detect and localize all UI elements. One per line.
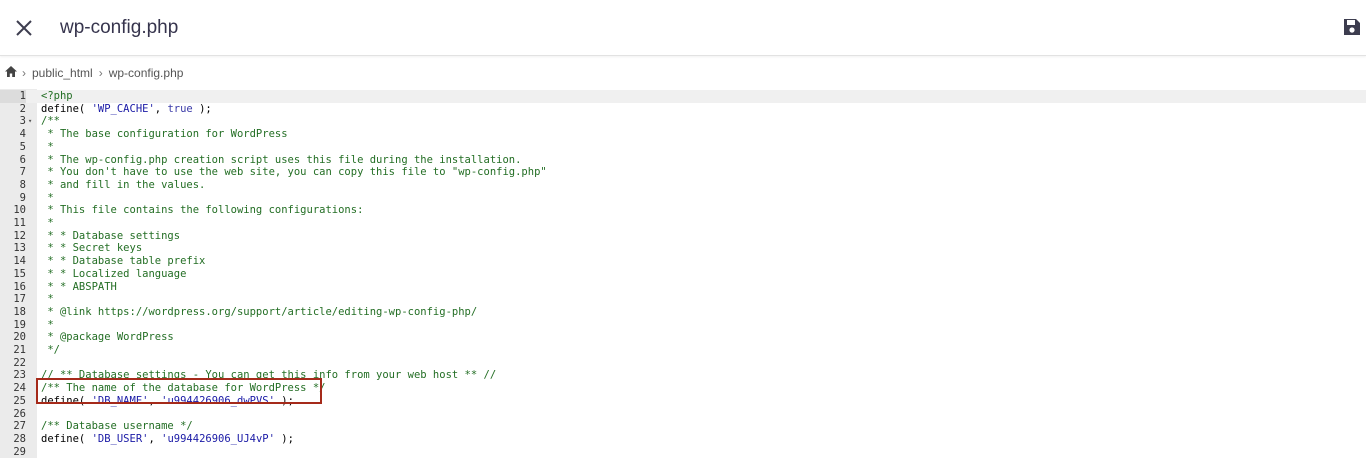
code-line[interactable]: 15 * * Localized language [0,268,1366,281]
line-number: 15 [13,267,26,280]
code-text: */ [41,344,60,356]
editor-header: wp-config.php [0,0,1366,56]
file-title: wp-config.php [60,17,179,38]
code-line[interactable]: 28 define( 'DB_USER', 'u994426906_UJ4vP' … [0,433,1366,446]
line-number: 13 [13,242,26,255]
code-line[interactable]: 24 /** The name of the database for WordP… [0,382,1366,395]
line-number: 17 [13,293,26,306]
line-number: 1 [0,90,26,103]
line-number: 21 [13,344,26,356]
line-number: 4 [19,128,26,141]
code-line[interactable]: 23 // ** Database settings - You can get … [0,369,1366,382]
line-number: 25 [13,394,26,407]
line-number: 11 [13,217,26,229]
code-line[interactable]: 29 [0,446,1366,458]
line-number: 26 [13,407,26,420]
fold-arrow-icon[interactable]: ▾ [28,115,36,128]
save-icon[interactable] [1342,17,1364,39]
code-line[interactable]: 3 ▾ /** [0,115,1366,128]
code-text: /** The name of the database for WordPre… [41,382,326,395]
code-text: // ** Database settings - You can get th… [41,369,497,382]
code-text: define( 'DB_USER', 'u994426906_UJ4vP' ); [41,432,294,445]
code-text: <?php [41,90,73,102]
code-line[interactable]: 7 * You don't have to use the web site, … [0,166,1366,179]
home-icon[interactable] [4,65,18,81]
code-line[interactable]: 22 [0,357,1366,370]
code-line[interactable]: 14 * * Database table prefix [0,255,1366,268]
code-line[interactable]: 4 * The base configuration for WordPress [0,128,1366,141]
code-line[interactable]: 17 * [0,293,1366,306]
code-line[interactable]: 13 * * Secret keys [0,242,1366,255]
code-text: * You don't have to use the web site, yo… [41,166,547,179]
breadcrumb-item-public-html[interactable]: public_html [32,66,93,80]
code-line[interactable]: 8 * and fill in the values. [0,179,1366,192]
breadcrumb-separator: › [98,66,103,80]
line-number: 8 [19,178,26,191]
line-number: 5 [19,140,26,153]
close-icon[interactable] [12,16,36,40]
line-number: 12 [13,229,26,242]
line-number: 14 [13,255,26,268]
code-text: * The wp-config.php creation script uses… [41,153,522,166]
line-number: 22 [13,356,26,369]
code-line[interactable]: 16 * * ABSPATH [0,281,1366,294]
line-number: 9 [19,191,26,204]
code-text: * * Localized language [41,267,187,280]
code-line[interactable]: 20 * @package WordPress [0,331,1366,344]
code-text: * [41,318,54,331]
code-text: /** [41,115,60,128]
line-number: 10 [13,204,26,217]
line-number: 18 [13,305,26,318]
code-line[interactable]: 25 define( 'DB_NAME', 'u994426906_dwPVS' … [0,395,1366,408]
code-line[interactable]: 27 /** Database username */ [0,420,1366,433]
line-number: 29 [13,445,26,458]
code-text: * @link https://wordpress.org/support/ar… [41,305,478,318]
code-line[interactable]: 19 * [0,319,1366,332]
line-number: 16 [13,280,26,293]
code-text: * and fill in the values. [41,178,206,191]
code-text: * [41,140,54,153]
code-line[interactable]: 12 * * Database settings [0,230,1366,243]
line-number: 7 [19,166,26,179]
code-line[interactable]: 1 <?php [0,90,1366,103]
code-text: * * Database settings [41,229,181,242]
code-line[interactable]: 6 * The wp-config.php creation script us… [0,154,1366,167]
code-line[interactable]: 11 * [0,217,1366,230]
line-number: 27 [13,420,26,433]
code-line[interactable]: 2 define( 'WP_CACHE', true ); [0,103,1366,116]
line-number: 6 [19,153,26,166]
breadcrumb: › public_html › wp-config.php [4,64,185,82]
line-number: 23 [13,369,26,382]
code-line[interactable]: 5 * [0,141,1366,154]
code-text: /** Database username */ [41,420,193,433]
line-number: 2 [19,102,26,115]
code-text: * [41,191,54,204]
code-editor[interactable]: 1 <?php 2 define( 'WP_CACHE', true ); 3 ▾/** 4… [0,89,1366,458]
line-number: 24 [13,382,26,395]
code-text: * * Secret keys [41,242,143,255]
code-text: * The base configuration for WordPress [41,128,288,141]
line-number: 28 [13,432,26,445]
breadcrumb-item-current-file[interactable]: wp-config.php [109,66,184,80]
line-number: 3 [19,115,26,128]
code-line[interactable]: 18 * @link https://wordpress.org/support… [0,306,1366,319]
code-text: * [41,293,54,306]
code-text: * * Database table prefix [41,255,206,268]
code-text: * @package WordPress [41,331,174,344]
code-text: define( 'DB_NAME', 'u994426906_dwPVS' ); [41,394,294,407]
line-number: 19 [13,318,26,331]
code-line[interactable]: 10 * This file contains the following co… [0,204,1366,217]
code-text: * * ABSPATH [41,280,117,293]
breadcrumb-separator: › [22,66,26,80]
line-number: 20 [13,331,26,344]
code-text: define( 'WP_CACHE', true ); [41,102,212,115]
code-text: * [41,217,54,229]
code-line[interactable]: 26 [0,408,1366,421]
code-line[interactable]: 21 */ [0,344,1366,357]
code-line[interactable]: 9 * [0,192,1366,205]
code-text: * This file contains the following confi… [41,204,364,217]
